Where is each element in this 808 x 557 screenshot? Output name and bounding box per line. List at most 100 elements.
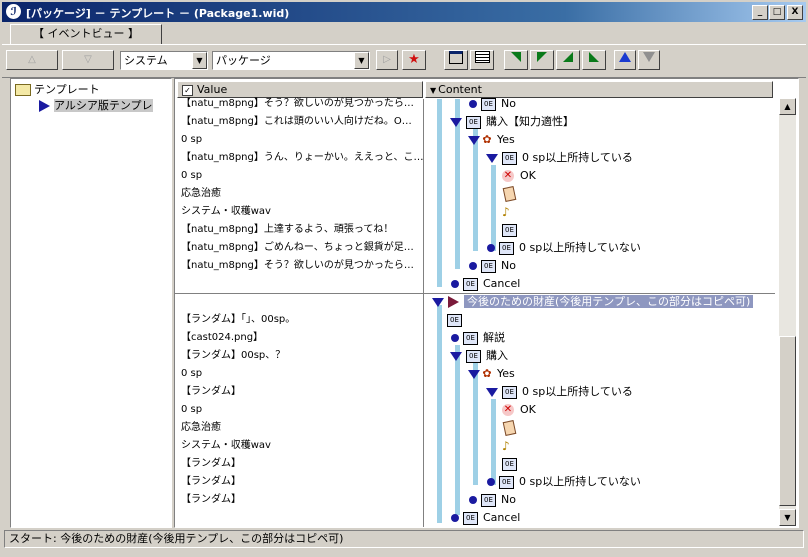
content-row[interactable]: 0E No xyxy=(469,491,516,509)
title-bar: ℐ [パッケージ] － テンプレート － (Package1.wid) _ □ … xyxy=(2,2,806,22)
value-cell[interactable]: システム・収穫wav xyxy=(181,203,271,221)
chevron-down-icon[interactable]: ▼ xyxy=(354,52,369,69)
move-down-button[interactable]: ▽ xyxy=(62,50,114,70)
expand-triangle-icon[interactable] xyxy=(450,117,462,127)
minimize-button[interactable]: _ xyxy=(752,5,768,20)
value-cell[interactable]: 【ランダム】 xyxy=(181,383,241,401)
node-dot-icon xyxy=(451,280,459,288)
content-row[interactable]: ♪ xyxy=(502,203,514,221)
blue-up-button[interactable] xyxy=(614,50,636,70)
content-row[interactable]: 0E xyxy=(443,311,467,329)
content-row[interactable]: 0E Cancel xyxy=(451,509,520,527)
value-cell[interactable]: 【natu_m8png】そう？欲しいのが見つかったら… xyxy=(181,257,414,275)
value-cell[interactable]: 【cast024.png】 xyxy=(181,329,263,347)
move-up-button[interactable]: △ xyxy=(6,50,58,70)
green-flag-button-1[interactable] xyxy=(504,50,528,70)
value-cell[interactable]: 【ランダム】「」、00sp。 xyxy=(181,311,295,329)
content-row[interactable] xyxy=(502,185,517,203)
scroll-thumb[interactable] xyxy=(779,336,796,506)
value-cell[interactable]: 【natu_m8png】これは頭のいい人向けだね。O… xyxy=(181,113,412,131)
value-cell[interactable]: 【natu_m8png】上達するよう、頑張ってね！ xyxy=(181,221,393,239)
expand-triangle-icon[interactable] xyxy=(486,153,498,163)
content-row[interactable]: 0E 0 sp以上所持している xyxy=(486,383,633,401)
content-row[interactable]: 0E No xyxy=(469,95,516,113)
content-row[interactable]: 0E 解説 xyxy=(451,329,505,347)
expand-triangle-icon[interactable] xyxy=(450,351,462,361)
content-row[interactable] xyxy=(502,419,517,437)
close-button[interactable]: X xyxy=(787,5,803,20)
value-cell[interactable]: 【natu_m8png】そう？欲しいのが見つかったら… xyxy=(181,95,414,113)
event-icon: 0E xyxy=(499,475,514,489)
toolbar: △ ▽ システム ▼ パッケージ ▼ ▷ ★ xyxy=(2,44,806,78)
green-flag-button-2[interactable] xyxy=(530,50,554,70)
node-dot-icon xyxy=(487,478,495,486)
content-row[interactable]: 0E xyxy=(498,455,522,473)
content-row-selected[interactable]: 今後のための財産(今後用テンプレ、この部分はコピペ可) xyxy=(432,293,754,311)
list-icon-button[interactable] xyxy=(470,50,494,70)
play-button[interactable]: ▷ xyxy=(376,50,398,70)
node-dot-icon xyxy=(469,100,477,108)
content-row[interactable]: 0E 0 sp以上所持していない xyxy=(487,473,641,491)
maximize-button[interactable]: □ xyxy=(769,5,785,20)
value-cell[interactable]: 応急治癒 xyxy=(181,185,221,203)
tree-node-arcia-template[interactable]: アルシア版テンプレ xyxy=(39,97,153,113)
content-row[interactable]: ✕ OK xyxy=(502,167,536,185)
green-flag-button-4[interactable] xyxy=(582,50,606,70)
node-dot-icon xyxy=(469,262,477,270)
content-row[interactable]: ✿ Yes xyxy=(468,131,515,149)
tree-node-label: アルシア版テンプレ xyxy=(54,99,153,112)
content-row[interactable]: ✿ Yes xyxy=(468,365,515,383)
template-tree[interactable]: テンプレート アルシア版テンプレ xyxy=(10,78,172,528)
blue-down-button[interactable] xyxy=(638,50,660,70)
value-cell[interactable]: 【ランダム】 xyxy=(181,473,241,491)
system-select[interactable]: システム ▼ xyxy=(120,51,208,70)
tree-node-templates[interactable]: テンプレート xyxy=(15,81,100,97)
content-row[interactable]: ♪ xyxy=(502,437,514,455)
value-cell[interactable]: 0 sp xyxy=(181,365,202,383)
package-select[interactable]: パッケージ ▼ xyxy=(212,51,370,70)
chevron-down-icon[interactable]: ▼ xyxy=(192,52,207,69)
tree-line xyxy=(455,345,460,515)
content-row[interactable]: 0E No xyxy=(469,257,516,275)
content-label: No xyxy=(501,97,516,110)
content-row[interactable]: 0E 0 sp以上所持していない xyxy=(487,239,641,257)
window-icon-button[interactable] xyxy=(444,50,468,70)
content-row[interactable]: 0E 0 sp以上所持している xyxy=(486,149,633,167)
green-flag-button-3[interactable] xyxy=(556,50,580,70)
value-cell[interactable]: 応急治癒 xyxy=(181,419,221,437)
node-dot-icon xyxy=(451,514,459,522)
event-icon: 0E xyxy=(466,349,481,363)
value-cell[interactable]: 0 sp xyxy=(181,167,202,185)
value-cell[interactable]: 【natu_m8png】ごめんねー、ちょっと銀貨が足… xyxy=(181,239,414,257)
content-row[interactable]: 0E xyxy=(498,221,522,239)
value-cell[interactable]: 【ランダム】00sp、？ xyxy=(181,347,285,365)
checkbox-icon[interactable]: ✓ xyxy=(182,84,193,96)
scroll-down-button[interactable]: ▼ xyxy=(779,509,796,526)
expand-triangle-icon[interactable] xyxy=(486,387,498,397)
value-cell[interactable]: 【ランダム】 xyxy=(181,491,241,509)
expand-triangle-icon[interactable] xyxy=(468,369,480,379)
node-dot-icon xyxy=(451,334,459,342)
expand-triangle-icon[interactable] xyxy=(468,135,480,145)
tab-event-view[interactable]: 【 イベントビュー 】 xyxy=(10,24,162,45)
content-row[interactable]: ✕ OK xyxy=(502,401,536,419)
node-dot-icon xyxy=(487,244,495,252)
folder-icon xyxy=(15,84,31,96)
cancel-x-icon: ✕ xyxy=(502,170,514,182)
value-cell[interactable]: 【natu_m8png】うん、りょーかい。ええっと、こ… xyxy=(181,149,423,167)
star-button[interactable]: ★ xyxy=(402,50,426,70)
tree-line xyxy=(437,99,442,287)
content-row[interactable]: 0E Cancel xyxy=(451,275,520,293)
scroll-up-button[interactable]: ▲ xyxy=(779,98,796,115)
content-row[interactable]: 0E 購入【知力適性】 xyxy=(450,113,574,131)
value-cell[interactable]: 【ランダム】 xyxy=(181,455,241,473)
value-cell[interactable]: 0 sp xyxy=(181,131,202,149)
value-cell[interactable]: 0 sp xyxy=(181,401,202,419)
vertical-scrollbar[interactable]: ▲ ▼ xyxy=(779,98,796,526)
tree-line xyxy=(437,305,442,523)
event-icon: 0E xyxy=(447,313,462,327)
value-cell[interactable]: システム・収穫wav xyxy=(181,437,271,455)
expand-triangle-icon[interactable] xyxy=(432,297,444,307)
chevron-down-icon: ▼ xyxy=(430,86,437,95)
content-row[interactable]: 0E 購入 xyxy=(450,347,508,365)
